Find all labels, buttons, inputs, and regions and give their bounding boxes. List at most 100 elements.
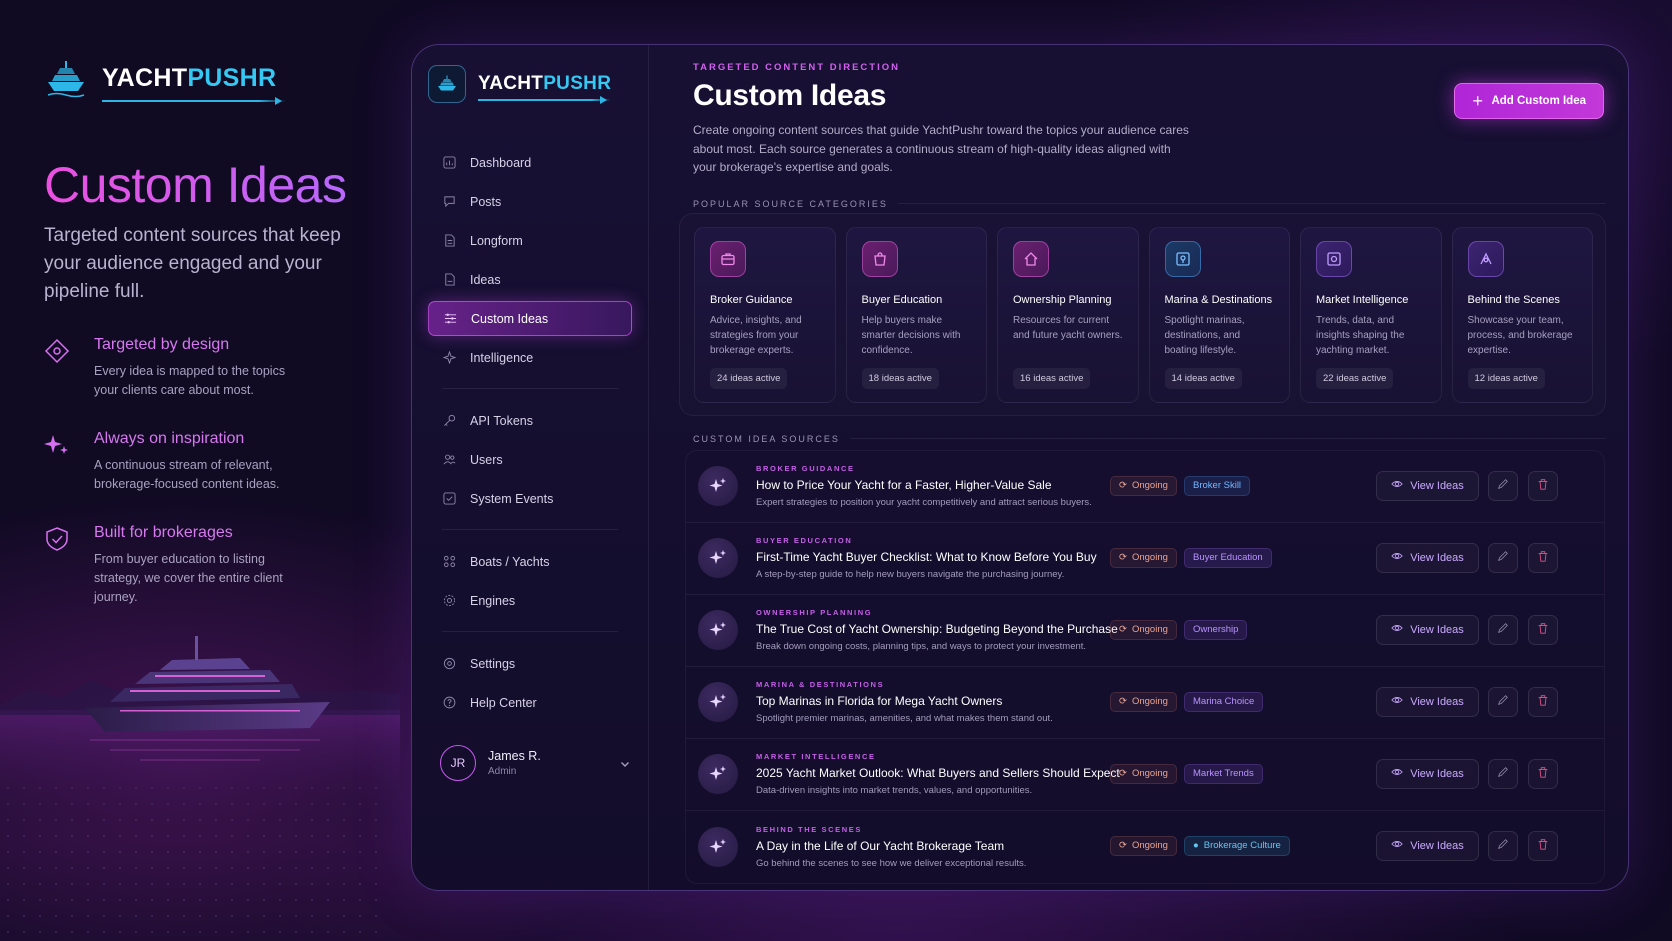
table-row[interactable]: MARKET INTELLIGENCE 2025 Yacht Market Ou…: [686, 739, 1604, 811]
delete-button[interactable]: [1528, 542, 1558, 573]
topic-badge: Broker Skill: [1184, 475, 1251, 496]
nav-divider: [442, 529, 618, 530]
refresh-icon: ⟳: [1119, 552, 1127, 563]
category-card[interactable]: Marina & Destinations Spotlight marinas,…: [1148, 226, 1290, 403]
category-card[interactable]: Buyer Education Help buyers make smarter…: [845, 226, 987, 403]
edit-button[interactable]: [1488, 614, 1518, 645]
idea-sources-list: BROKER GUIDANCE How to Price Your Yacht …: [685, 449, 1605, 884]
sidebar-item-boats-yachts[interactable]: Boats / Yachts: [428, 544, 632, 579]
chat-icon: [442, 195, 456, 209]
category-card[interactable]: Behind the Scenes Showcase your team, pr…: [1451, 226, 1593, 403]
yacht-logo-icon: [47, 61, 85, 98]
topic-badge: ● Brokerage Culture: [1184, 835, 1290, 856]
view-ideas-button[interactable]: View Ideas: [1376, 614, 1479, 645]
edit-button[interactable]: [1488, 758, 1518, 789]
category-desc: Advice, insights, and strategies from yo…: [710, 314, 802, 356]
delete-button[interactable]: [1528, 758, 1558, 789]
add-custom-idea-button[interactable]: ＋ Add Custom Idea: [1453, 83, 1604, 119]
view-ideas-button[interactable]: View Ideas: [1376, 830, 1479, 861]
view-ideas-button[interactable]: View Ideas: [1376, 686, 1479, 717]
delete-button[interactable]: [1528, 470, 1558, 501]
table-row[interactable]: MARINA & DESTINATIONS Top Marinas in Flo…: [686, 667, 1604, 739]
view-ideas-button[interactable]: View Ideas: [1376, 470, 1479, 501]
sidebar-item-custom-ideas[interactable]: Custom Ideas: [428, 301, 632, 336]
topic-badge: Ownership: [1184, 619, 1248, 640]
sidebar-item-users[interactable]: Users: [428, 442, 632, 477]
sidebar-brand[interactable]: YACHTPUSHR: [428, 65, 632, 104]
chevron-down-icon[interactable]: [620, 756, 630, 774]
status-badge: ⟳ Ongoing: [1110, 691, 1177, 712]
delete-button[interactable]: [1528, 614, 1558, 645]
source-category-tag: MARKET INTELLIGENCE: [756, 752, 876, 761]
sidebar-item-system-events[interactable]: System Events: [428, 481, 632, 516]
eye-icon: [1391, 478, 1403, 493]
sidebar-item-intelligence[interactable]: Intelligence: [428, 340, 632, 375]
category-card[interactable]: Market Intelligence Trends, data, and in…: [1300, 226, 1442, 403]
user-name: James R.: [488, 749, 541, 763]
sidebar-item-dashboard[interactable]: Dashboard: [428, 145, 632, 180]
user-role: Admin: [488, 766, 517, 777]
sparkle-icon: [698, 826, 738, 867]
sidebar-item-settings[interactable]: Settings: [428, 646, 632, 681]
nav-divider: [442, 631, 618, 632]
pencil-icon: [1497, 693, 1509, 711]
key-icon: [442, 414, 456, 428]
edit-button[interactable]: [1488, 542, 1518, 573]
table-row[interactable]: BEHIND THE SCENES A Day in the Life of O…: [686, 811, 1604, 883]
status-label: Ongoing: [1131, 552, 1168, 563]
document-icon: [442, 234, 456, 248]
yacht-illustration: [0, 636, 400, 840]
sidebar-item-engines[interactable]: Engines: [428, 583, 632, 618]
table-row[interactable]: OWNERSHIP PLANNING The True Cost of Yach…: [686, 595, 1604, 667]
source-title: A Day in the Life of Our Yacht Brokerage…: [756, 838, 1005, 853]
edit-button[interactable]: [1488, 830, 1518, 861]
sidebar-item-help-center[interactable]: Help Center: [428, 685, 632, 720]
edit-button[interactable]: [1488, 686, 1518, 717]
refresh-icon: ⟳: [1119, 840, 1127, 851]
topic-label: Brokerage Culture: [1203, 840, 1281, 851]
eye-icon: [1391, 766, 1403, 781]
sidebar-item-longform[interactable]: Longform: [428, 223, 632, 258]
team-icon: [1467, 240, 1504, 277]
trash-icon: [1537, 621, 1549, 639]
sidebar-item-label: Custom Ideas: [471, 311, 549, 326]
source-category-tag: OWNERSHIP PLANNING: [756, 608, 873, 617]
users-icon: [442, 453, 456, 467]
sparkle-icon: [44, 430, 72, 494]
yacht-logo-icon: [428, 65, 466, 103]
trash-icon: [1537, 693, 1549, 711]
category-desc: Showcase your team, process, and brokera…: [1467, 314, 1573, 356]
view-ideas-label: View Ideas: [1410, 623, 1464, 636]
view-ideas-button[interactable]: View Ideas: [1376, 542, 1479, 573]
category-desc: Resources for current and future yacht o…: [1013, 314, 1123, 341]
sidebar-item-posts[interactable]: Posts: [428, 184, 632, 219]
feature-title: Targeted by design: [94, 336, 230, 353]
hero-subtitle: Targeted content sources that keep your …: [44, 225, 341, 302]
source-title: How to Price Your Yacht for a Faster, Hi…: [756, 478, 1052, 492]
avatar: JR: [440, 745, 476, 781]
sidebar-item-label: Ideas: [470, 272, 501, 287]
delete-button[interactable]: [1528, 830, 1558, 861]
category-desc: Help buyers make smarter decisions with …: [861, 314, 961, 356]
eye-icon: [1391, 622, 1403, 637]
sidebar-item-ideas[interactable]: Ideas: [428, 262, 632, 297]
table-row[interactable]: BROKER GUIDANCE How to Price Your Yacht …: [686, 451, 1604, 523]
home-icon: [1013, 240, 1049, 277]
trash-icon: [1537, 549, 1549, 567]
delete-button[interactable]: [1528, 686, 1558, 717]
edit-button[interactable]: [1488, 470, 1518, 501]
view-ideas-button[interactable]: View Ideas: [1376, 758, 1479, 789]
category-card[interactable]: Ownership Planning Resources for current…: [997, 226, 1139, 403]
category-desc: Spotlight marinas, destinations, and boa…: [1164, 314, 1245, 356]
category-card[interactable]: Broker Guidance Advice, insights, and st…: [694, 226, 836, 403]
sources-section-label: CUSTOM IDEA SOURCES: [693, 434, 1606, 444]
feature-text: A continuous stream of relevant, brokera…: [94, 458, 280, 491]
user-menu[interactable]: JR James R. Admin: [440, 745, 630, 781]
table-row[interactable]: BUYER EDUCATION First-Time Yacht Buyer C…: [686, 523, 1604, 595]
source-title: Top Marinas in Florida for Mega Yacht Ow…: [756, 694, 1003, 708]
chart-icon: [442, 156, 456, 170]
help-icon: [442, 696, 456, 710]
page-eyebrow: TARGETED CONTENT DIRECTION: [693, 62, 900, 73]
category-title: Market Intelligence: [1316, 293, 1409, 306]
sidebar-item-api-tokens[interactable]: API Tokens: [428, 403, 632, 438]
